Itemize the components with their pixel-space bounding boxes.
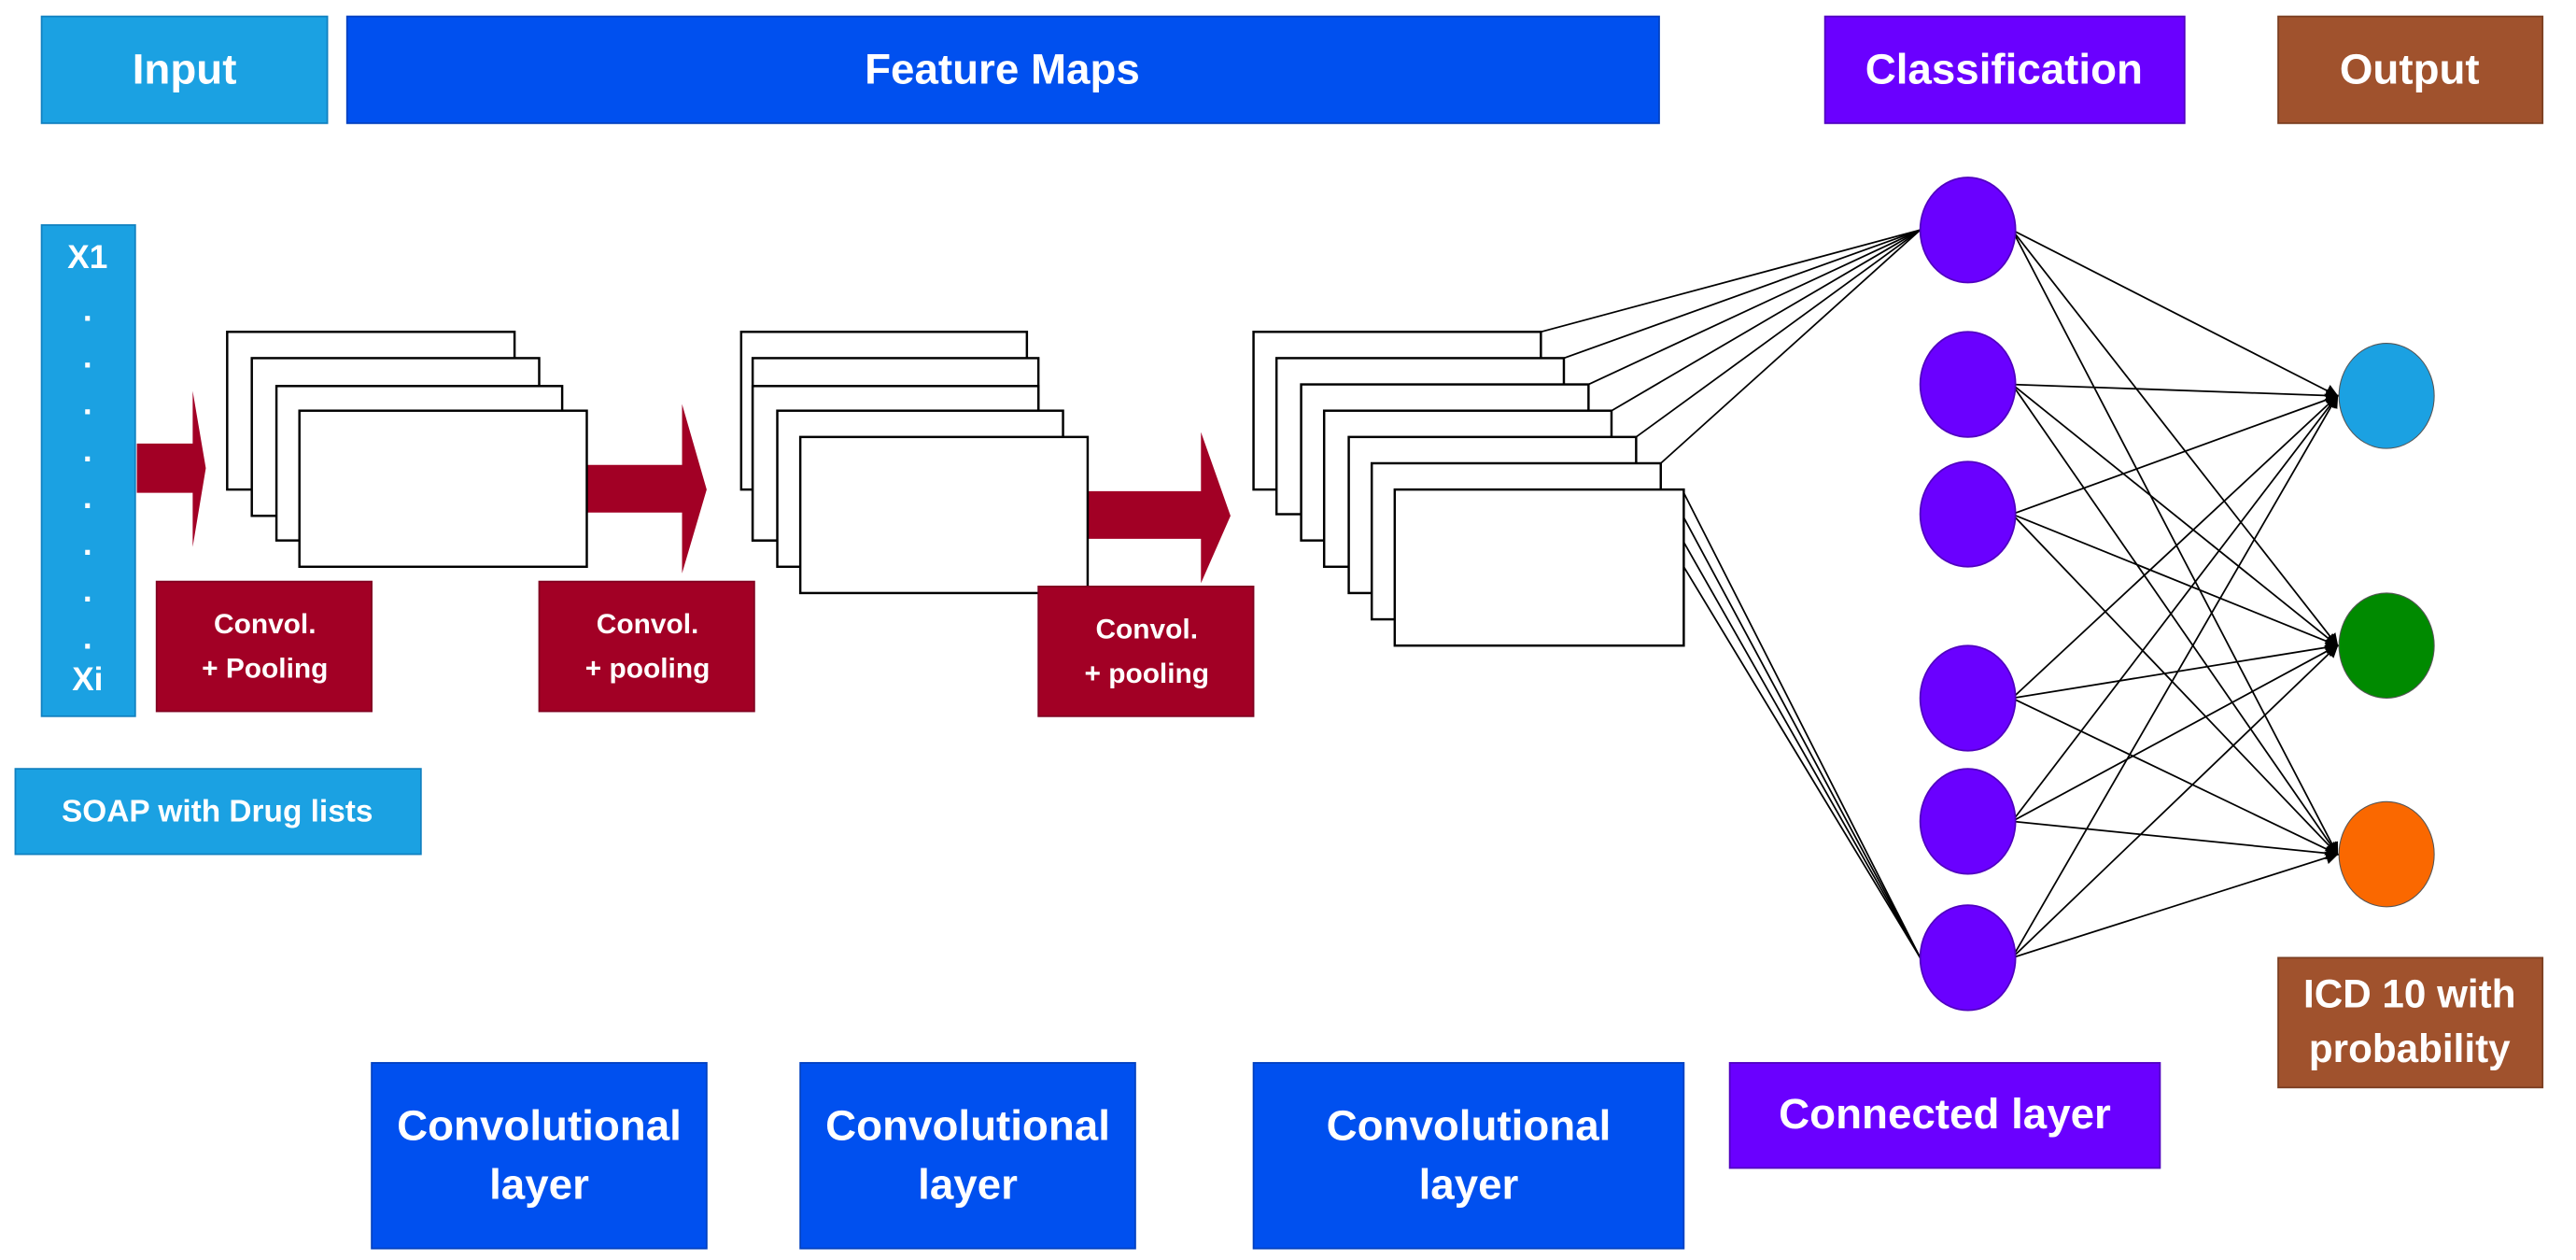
hidden-node bbox=[1919, 904, 2017, 1012]
node-connection bbox=[2011, 383, 2339, 647]
header-feature-maps: Feature Maps bbox=[345, 15, 1660, 124]
input-dot: . bbox=[83, 526, 92, 562]
input-dot: . bbox=[83, 339, 92, 375]
label-conv-layer-2-line1: Convolutional bbox=[825, 1101, 1110, 1149]
node-connection bbox=[2011, 229, 2339, 857]
hidden-node bbox=[1919, 644, 2017, 752]
hidden-node bbox=[1919, 177, 2017, 284]
header-input: Input bbox=[40, 15, 329, 124]
input-dot: . bbox=[83, 479, 92, 516]
node-connection bbox=[2012, 383, 2340, 403]
feature-to-node-line bbox=[1682, 517, 1921, 958]
header-output-label: Output bbox=[2340, 45, 2480, 92]
hidden-node bbox=[1919, 768, 2017, 875]
conv-step-2: Convol. + pooling bbox=[538, 580, 755, 713]
input-dot: . bbox=[83, 432, 92, 469]
label-connected-layer: Connected layer bbox=[1728, 1062, 2161, 1169]
node-connection bbox=[2011, 644, 2339, 959]
conv-step-1-line2: + Pooling bbox=[202, 653, 328, 684]
output-node bbox=[2338, 592, 2435, 700]
conv-step-2-line2: + pooling bbox=[585, 653, 711, 684]
header-classification: Classification bbox=[1823, 15, 2186, 124]
output-caption-line1: ICD 10 with bbox=[2303, 972, 2515, 1016]
feature-to-node-line bbox=[1635, 229, 1921, 438]
label-conv-layer-1: Convolutional layer bbox=[371, 1062, 708, 1250]
conv-step-2-line1: Convol. bbox=[597, 609, 699, 640]
label-conv-layer-1-line1: Convolutional bbox=[397, 1101, 682, 1149]
input-dot: . bbox=[83, 291, 92, 328]
output-caption-line2: probability bbox=[2309, 1026, 2511, 1070]
node-connection bbox=[2011, 513, 2340, 648]
input-dot: . bbox=[83, 619, 92, 656]
node-connection bbox=[2011, 229, 2339, 647]
feature-to-node-line bbox=[1682, 566, 1921, 958]
label-conv-layer-3-line1: Convolutional bbox=[1327, 1101, 1612, 1149]
output-node bbox=[2338, 343, 2435, 449]
output-node bbox=[2338, 800, 2435, 908]
label-conv-layer-3-line2: layer bbox=[1419, 1161, 1519, 1209]
feature-map-stack-3 bbox=[1252, 331, 1685, 647]
label-conv-layer-1-line2: layer bbox=[489, 1161, 589, 1209]
input-caption-label: SOAP with Drug lists bbox=[62, 794, 373, 828]
arrow-3 bbox=[1087, 432, 1231, 584]
conv-step-1-line1: Convol. bbox=[214, 609, 317, 640]
label-connected-layer-text: Connected layer bbox=[1779, 1090, 2111, 1138]
feature-to-node-line bbox=[1682, 541, 1921, 958]
node-connection bbox=[2011, 851, 2340, 959]
node-connection bbox=[2011, 513, 2339, 856]
arrow-1 bbox=[136, 390, 206, 547]
output-caption: ICD 10 with probability bbox=[2277, 956, 2544, 1089]
input-dot: . bbox=[83, 386, 92, 422]
header-input-label: Input bbox=[133, 45, 237, 92]
feature-to-node-line bbox=[1682, 492, 1921, 958]
feature-to-node-line bbox=[1563, 229, 1921, 360]
feature-map-stack-1 bbox=[226, 331, 588, 569]
input-first-label: X1 bbox=[67, 239, 107, 276]
header-classification-label: Classification bbox=[1865, 45, 2143, 92]
feature-map-stack-2 bbox=[739, 331, 1090, 595]
node-connection bbox=[2011, 229, 2339, 397]
header-output: Output bbox=[2277, 15, 2544, 124]
input-caption: SOAP with Drug lists bbox=[14, 768, 422, 856]
feature-to-node-line bbox=[1587, 229, 1921, 386]
conv-step-3-line2: + pooling bbox=[1084, 658, 1209, 689]
label-conv-layer-2-line2: layer bbox=[918, 1161, 1018, 1209]
cnn-diagram: Input Feature Maps Classification Output… bbox=[14, 15, 2544, 1250]
conv-step-3: Convol. + pooling bbox=[1037, 586, 1255, 717]
conv-step-3-line1: Convol. bbox=[1095, 614, 1198, 644]
arrow-2 bbox=[586, 403, 707, 573]
node-connection bbox=[2011, 394, 2339, 958]
header-feature-maps-label: Feature Maps bbox=[865, 45, 1140, 92]
input-dot: . bbox=[83, 573, 92, 609]
feature-to-node-line bbox=[1611, 229, 1921, 412]
node-connection bbox=[2011, 394, 2339, 822]
hidden-node bbox=[1919, 460, 2017, 568]
label-conv-layer-3: Convolutional layer bbox=[1252, 1062, 1685, 1250]
hidden-node bbox=[1919, 331, 2017, 438]
node-connection bbox=[2011, 697, 2339, 856]
label-conv-layer-2: Convolutional layer bbox=[799, 1062, 1136, 1250]
input-vector: X1 ........ Xi bbox=[40, 224, 136, 717]
network-nodes bbox=[1919, 177, 2435, 1012]
input-last-label: Xi bbox=[72, 661, 103, 698]
conv-step-1: Convol. + Pooling bbox=[155, 580, 373, 713]
node-connection bbox=[2012, 820, 2340, 860]
